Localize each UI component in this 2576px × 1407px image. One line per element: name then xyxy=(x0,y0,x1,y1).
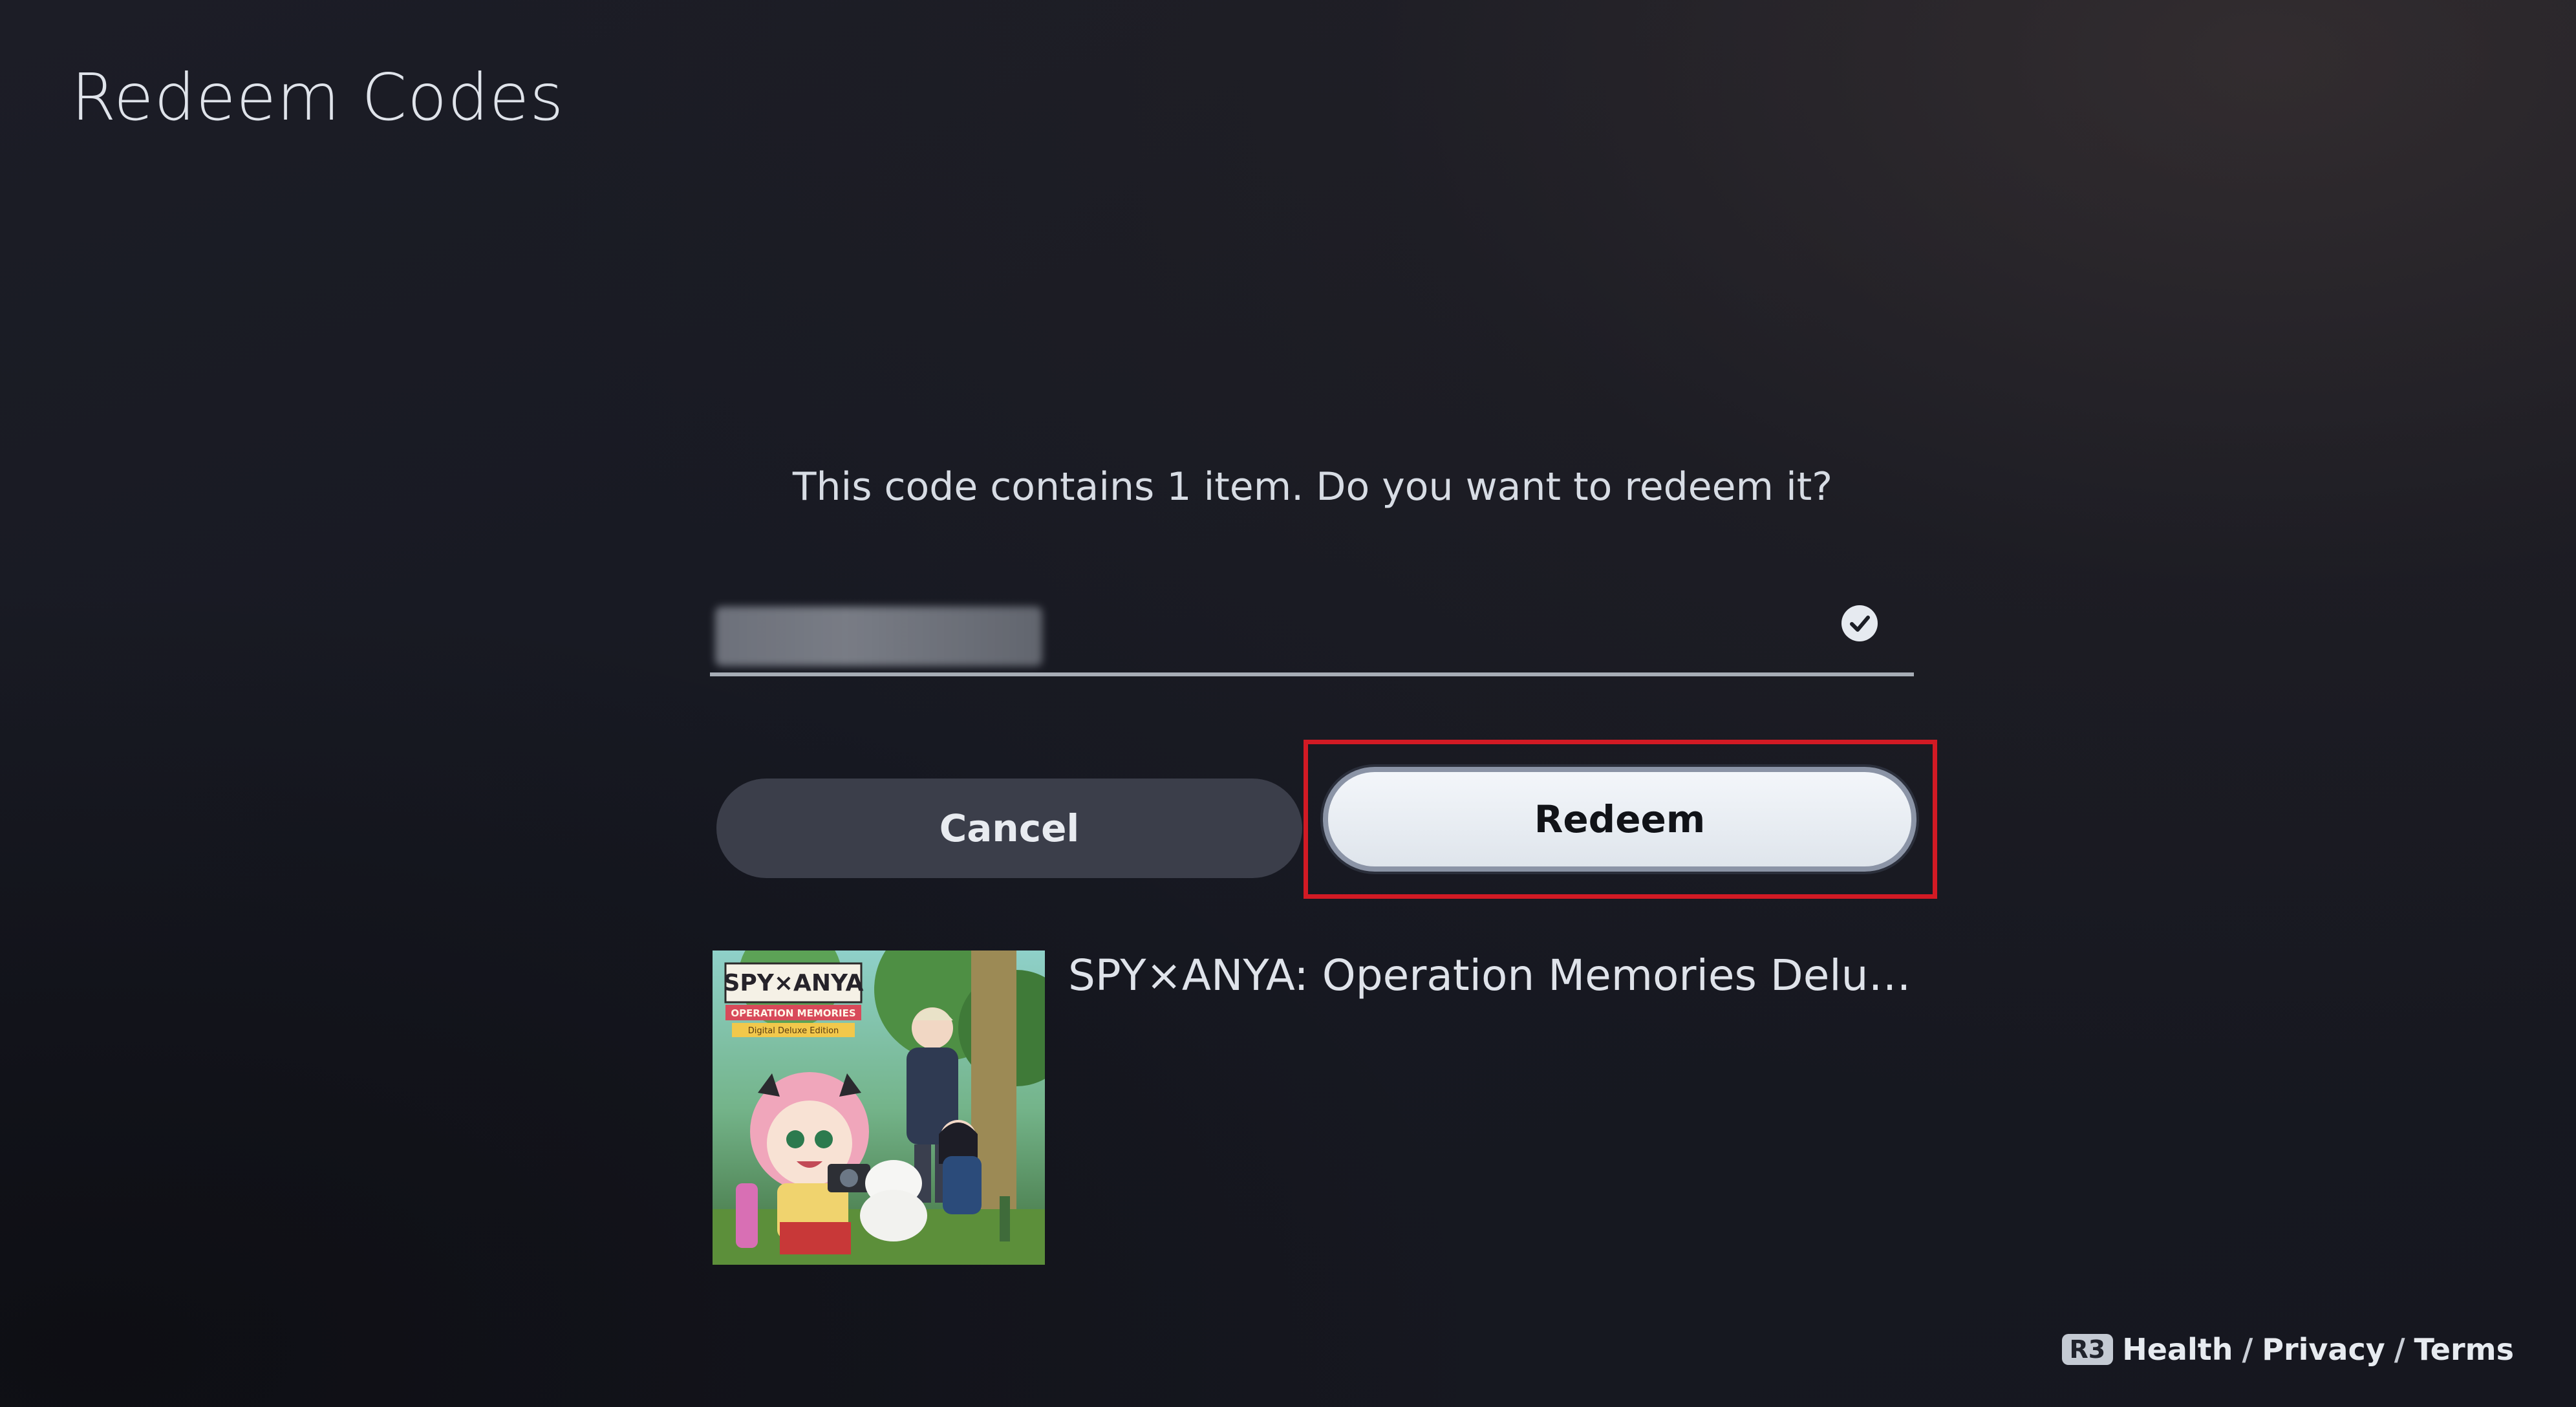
cancel-button[interactable]: Cancel xyxy=(716,779,1302,878)
footer-separator: / xyxy=(2394,1332,2405,1367)
art-title-line1: SPY×ANYA xyxy=(723,970,863,996)
redeem-codes-screen: Redeem Codes This code contains 1 item. … xyxy=(0,0,2576,1407)
code-input-field[interactable] xyxy=(710,592,1914,676)
terms-link[interactable]: Terms xyxy=(2414,1332,2514,1367)
footer-links: R3 Health / Privacy / Terms xyxy=(2061,1332,2514,1367)
r3-button-icon: R3 xyxy=(2061,1334,2114,1365)
privacy-link[interactable]: Privacy xyxy=(2262,1332,2385,1367)
check-circle-icon xyxy=(1841,605,1878,641)
health-link[interactable]: Health xyxy=(2122,1332,2233,1367)
item-name: SPY×ANYA: Operation Memories Delu… xyxy=(1068,951,1911,1000)
code-value-blurred xyxy=(715,607,1042,666)
page-title: Redeem Codes xyxy=(71,59,564,135)
art-edition: Digital Deluxe Edition xyxy=(748,1026,839,1036)
art-title-line2: OPERATION MEMORIES xyxy=(731,1007,855,1019)
dialog-prompt: This code contains 1 item. Do you want t… xyxy=(792,464,1833,510)
footer-separator: / xyxy=(2242,1332,2253,1367)
item-cover-art: SPY×ANYA OPERATION MEMORIES Digital Delu… xyxy=(713,951,1045,1265)
highlight-box xyxy=(1304,740,1937,899)
